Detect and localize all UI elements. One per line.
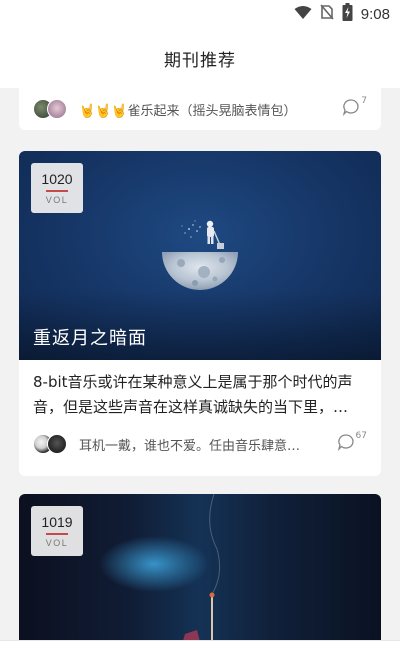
volume-label: VOL	[45, 538, 69, 548]
card-comment-preview: 🤘🤘🤘雀乐起来（摇头晃脑表情包）	[79, 103, 297, 119]
card-cover-image[interactable]: 1020 VOL 重返月之暗面	[19, 151, 381, 360]
comment-button[interactable]: 67	[337, 431, 367, 455]
volume-number: 1019	[41, 514, 73, 530]
card-excerpt: 8-bit音乐或许在某种意义上是属于那个时代的声音，但是这些声音在这样真诚缺失的…	[33, 373, 353, 416]
journal-list[interactable]: 🤘🤘🤘雀乐起来（摇头晃脑表情包） 7 1020 VOL 重返月之暗面 8-bit…	[0, 88, 400, 640]
avatar-group	[33, 99, 73, 119]
volume-divider	[46, 190, 68, 192]
no-sim-icon	[320, 4, 334, 24]
wifi-icon	[294, 5, 312, 24]
journal-card[interactable]: 🤘🤘🤘雀乐起来（摇头晃脑表情包） 7	[19, 88, 381, 130]
bottom-navigation	[0, 640, 400, 660]
comment-count: 7	[361, 96, 367, 106]
journal-card[interactable]: 1019 VOL	[19, 494, 381, 640]
card-cover-image[interactable]: 1019 VOL	[19, 494, 381, 640]
volume-label: VOL	[45, 195, 69, 205]
comment-icon	[342, 98, 360, 120]
comment-button[interactable]: 7	[342, 96, 367, 120]
status-bar: 9:08	[0, 0, 400, 28]
card-title: 重返月之暗面	[33, 328, 147, 349]
battery-charging-icon	[342, 3, 353, 25]
page-title: 期刊推荐	[164, 50, 236, 71]
page-header: 期刊推荐	[0, 28, 400, 88]
volume-badge: 1020 VOL	[31, 163, 83, 213]
volume-badge: 1019 VOL	[31, 506, 83, 556]
avatar	[47, 99, 67, 119]
card-comment-preview: 耳机一戴，谁也不爱。任由音乐肆意…	[79, 438, 301, 454]
avatar-group	[33, 434, 73, 454]
comment-count: 67	[355, 431, 367, 441]
status-time: 9:08	[360, 5, 390, 23]
volume-number: 1020	[41, 171, 73, 187]
card-meta: 耳机一戴，谁也不爱。任由音乐肆意… 67	[19, 422, 381, 466]
journal-card[interactable]: 1020 VOL 重返月之暗面 8-bit音乐或许在某种意义上是属于那个时代的声…	[19, 151, 381, 476]
card-meta: 🤘🤘🤘雀乐起来（摇头晃脑表情包） 7	[19, 88, 381, 130]
avatar	[47, 434, 67, 454]
comment-icon	[337, 433, 355, 455]
volume-divider	[46, 533, 68, 535]
